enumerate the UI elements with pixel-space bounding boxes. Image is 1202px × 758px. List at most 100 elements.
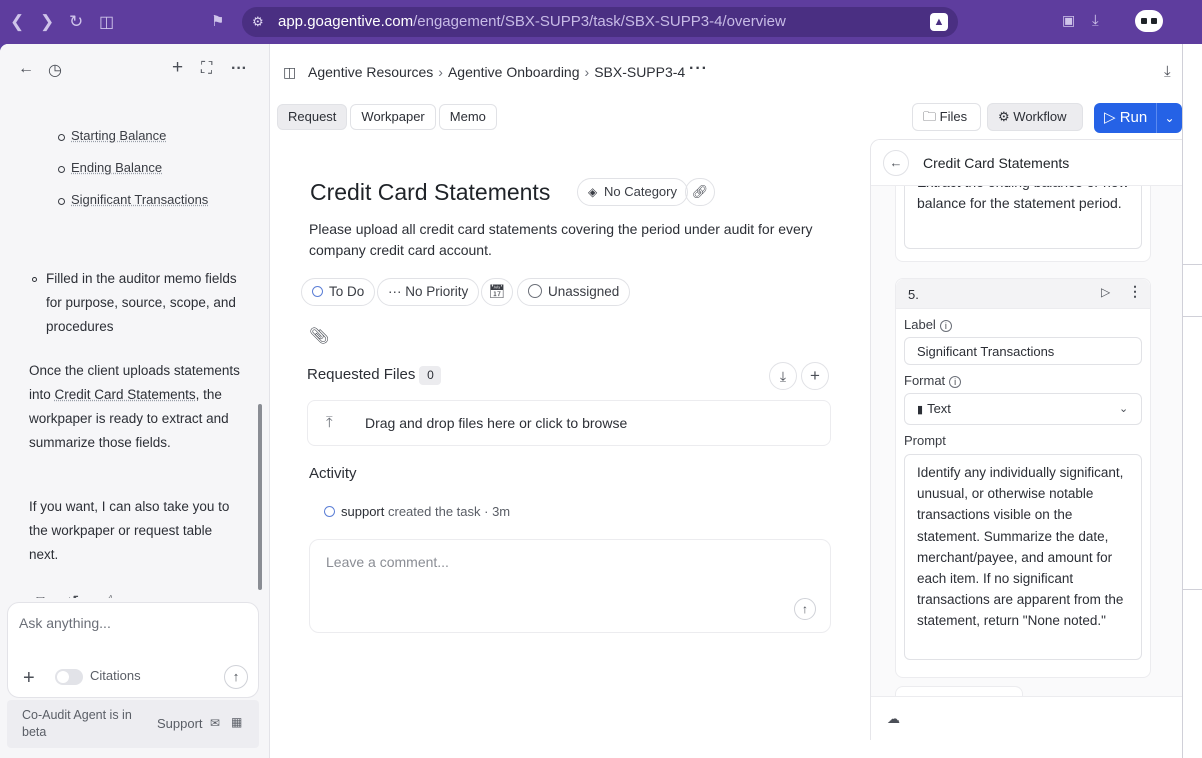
copy-icon[interactable]: ⧉ [36,593,47,598]
step-header: 5. ▷ ⋮ [896,279,1150,309]
tab-request[interactable]: Request [277,104,348,130]
task-tabs: Request Workpaper Memo [277,104,500,130]
breadcrumb-item[interactable]: Agentive Resources [308,64,433,80]
tab-memo[interactable]: Memo [438,104,497,130]
add-file-plus-icon[interactable]: + [801,362,829,390]
window-divider [1183,316,1202,317]
cloud-save-icon[interactable]: ☁ [887,711,900,727]
format-select[interactable]: ▮ Text ⌄ [904,393,1142,425]
chat-scrollbar[interactable] [258,404,262,590]
folder-icon: 🗀︎ [923,109,937,124]
bookmark-icon[interactable]: ⚑ [211,12,224,30]
format-title-text: Format [904,373,946,388]
back-arrow-icon[interactable]: ← [18,60,34,78]
browser-toolbar: ❮ ❯ ↻ ◫ ⚑ ⚙ app.goagentive.com/engagemen… [0,0,1202,44]
download-icon[interactable]: ⤓ [1164,63,1171,80]
run-button[interactable]: ▷ Run ⌄ [1094,103,1182,133]
comment-input[interactable] [326,554,766,578]
task-view: ◫ Agentive Resources › Agentive Onboarding… [271,44,1182,758]
requested-files-header: Requested Files 0 [307,366,442,385]
files-button[interactable]: 🗀︎ Files [912,103,981,131]
more-vertical-icon[interactable]: ⋮ [1128,283,1142,300]
back-arrow-icon[interactable]: ← [883,150,909,176]
app-window: ← ◷ + ⛶ ··· Starting Balance Ending Bala… [0,44,1182,758]
text-format-icon: ▮ [917,404,924,416]
thumbs-down-icon[interactable]: 👎︎ [135,593,150,598]
chevron-down-icon[interactable]: ⌄ [1156,103,1182,133]
send-arrow-icon[interactable]: ↑ [794,598,816,620]
sidebar-panel-icon[interactable]: ◫ [99,12,114,32]
sidebar-toggle-icon[interactable]: ◫ [283,64,296,81]
window-divider [1183,264,1202,265]
downloads-icon[interactable]: ⤓ [1092,12,1099,29]
citations-toggle[interactable] [55,669,83,685]
breadcrumb-item[interactable]: SBX-SUPP3-4 [594,64,685,80]
priority-chip[interactable]: ··· No Priority [377,278,480,306]
reader-mode-icon[interactable]: ▣ [1062,12,1075,29]
workpaper-link[interactable]: Credit Card Statements [55,387,196,402]
thumbs-up-icon[interactable]: 👍︎ [99,593,115,598]
play-icon: ▷ [1104,109,1116,126]
chat-paragraph: If you want, I can also take you to the … [29,499,230,562]
chat-topbar: ← ◷ + ⛶ ··· [0,44,270,94]
more-options-icon[interactable]: ··· [231,60,247,78]
more-options-icon[interactable]: ··· [689,60,708,78]
requested-files-title: Requested Files [307,366,416,383]
breadcrumb: Agentive Resources › Agentive Onboarding › S… [308,64,685,80]
send-arrow-icon[interactable]: ↑ [224,665,248,689]
teams-icon[interactable]: ▦ [231,715,242,729]
workflow-panel-footer: ☁ [871,696,1182,740]
message-actions: ⧉ ↺ 👍︎ 👎︎ [36,592,166,598]
paperclip-icon[interactable]: 📎︎ [309,326,329,346]
new-chat-plus-icon[interactable]: + [172,57,183,79]
play-icon[interactable]: ▷ [1101,285,1110,299]
info-icon[interactable]: i [939,320,952,332]
tab-workpaper[interactable]: Workpaper [350,104,436,130]
breadcrumb-item[interactable]: Agentive Onboarding [448,64,580,80]
workflow-button[interactable]: ⚙ Workflow [987,103,1083,131]
download-icon[interactable]: ⤓ [769,362,797,390]
label-field-title: Label i [904,317,952,332]
forward-arrow-icon[interactable]: ❯ [40,12,54,32]
upload-icon: ⤒ [326,414,333,431]
assignee-chip[interactable]: Unassigned [517,278,631,306]
chevron-right-icon: › [584,64,590,80]
regenerate-icon[interactable]: ↺ [67,592,80,598]
workflow-step-card: 5. ▷ ⋮ Labeli Formati ▮Text ⌄ Prompt Ide… [895,278,1151,678]
expand-icon[interactable]: ⛶ [201,60,212,78]
support-link[interactable]: Support [157,716,203,731]
activity-action: created the task [388,504,481,519]
address-bar[interactable]: ⚙ app.goagentive.com/engagement/SBX-SUPP… [242,7,958,37]
reload-icon[interactable]: ↻ [69,12,83,32]
status-chip[interactable]: To Do [301,278,376,306]
chat-bullet-text: Filled in the auditor memo fields for pu… [29,267,244,339]
info-icon[interactable]: i [949,376,962,388]
brave-shield-icon[interactable]: ▲ [930,13,948,31]
prompt-textarea[interactable]: Identify any individually significant, u… [904,454,1142,660]
back-arrow-icon[interactable]: ❮ [10,12,24,32]
mail-icon[interactable]: ✉ [210,716,220,730]
label-title-text: Label [904,317,936,332]
site-settings-icon[interactable]: ⚙ [252,7,264,37]
prompt-field-title: Prompt [904,433,946,448]
status-ring-icon [312,286,323,297]
files-label: Files [939,109,968,124]
attach-plus-icon[interactable]: + [23,667,35,690]
activity-dot-icon [324,506,335,517]
due-date-chip[interactable]: 📅︎ [481,278,513,306]
extension-icon[interactable] [1135,10,1163,32]
workflow-icon: ⚙ [998,109,1010,124]
workflow-panel: ← Credit Card Statements Extract the end… [870,139,1182,740]
bullet-text: Filled in the auditor memo fields for pu… [46,271,237,334]
adjacent-window-edge [1182,44,1202,758]
chat-input[interactable] [19,611,247,635]
tag-icon: ◈ [588,185,598,199]
history-icon[interactable]: ◷ [48,60,62,80]
avatar-icon [528,284,542,298]
task-description: Please upload all credit card statements… [309,221,813,258]
link-icon[interactable]: 🔗︎ [685,178,715,206]
category-chip[interactable]: ◈ No Category [577,178,688,206]
prompt-field[interactable]: Extract the ending balance or new balanc… [904,186,1142,249]
label-input[interactable] [904,337,1142,365]
file-dropzone[interactable]: ⤒ Drag and drop files here or click to b… [307,400,831,446]
